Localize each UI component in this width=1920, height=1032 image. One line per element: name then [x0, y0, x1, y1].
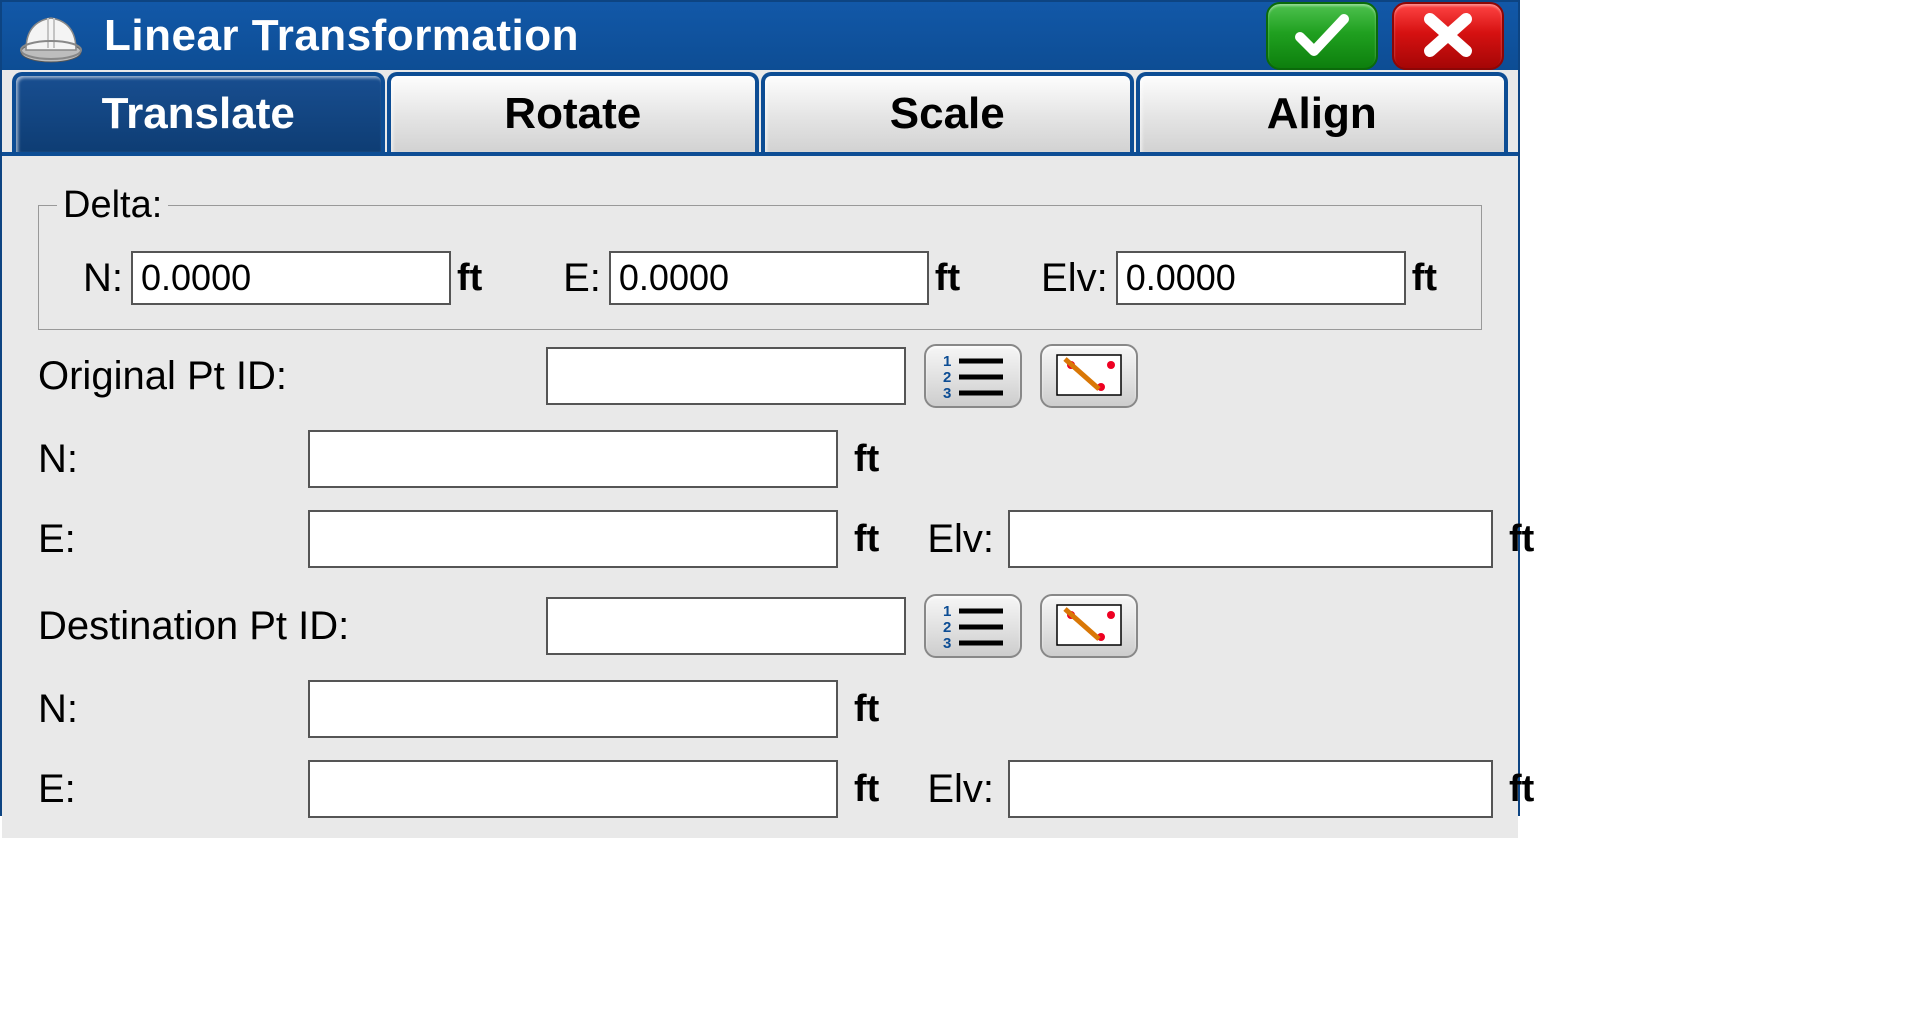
- delta-group: Delta: N: ft E: ft Elv: ft: [38, 184, 1482, 330]
- dest-elv-unit: ft: [1509, 768, 1543, 811]
- content-panel: Delta: N: ft E: ft Elv: ft: [2, 152, 1518, 838]
- orig-n-input[interactable]: [308, 430, 838, 488]
- orig-elv-label: Elv:: [898, 517, 998, 562]
- hardhat-icon: [16, 8, 86, 64]
- delta-legend: Delta:: [57, 184, 168, 227]
- orig-e-label: E:: [38, 517, 298, 562]
- check-icon: [1294, 11, 1350, 62]
- original-point-list-button[interactable]: 1 2 3: [924, 344, 1022, 408]
- dest-n-unit: ft: [854, 688, 888, 731]
- delta-e-input[interactable]: [609, 251, 929, 305]
- tab-rotate[interactable]: Rotate: [387, 72, 760, 152]
- list-icon: 1 2 3: [937, 351, 1009, 402]
- tab-align[interactable]: Align: [1136, 72, 1509, 152]
- dest-e-unit: ft: [854, 768, 888, 811]
- destination-pt-id-label: Destination Pt ID:: [38, 604, 528, 649]
- dest-elv-label: Elv:: [898, 767, 998, 812]
- destination-point-map-button[interactable]: [1040, 594, 1138, 658]
- delta-elv-label: Elv:: [1041, 256, 1108, 301]
- close-icon: [1420, 11, 1476, 62]
- original-pt-id-input[interactable]: [546, 347, 906, 405]
- original-pt-id-label: Original Pt ID:: [38, 354, 528, 399]
- dest-e-label: E:: [38, 767, 298, 812]
- delta-n-input[interactable]: [131, 251, 451, 305]
- cancel-button[interactable]: [1392, 2, 1504, 70]
- ok-button[interactable]: [1266, 2, 1378, 70]
- destination-point-list-button[interactable]: 1 2 3: [924, 594, 1022, 658]
- window: Linear Transformation Translate Rotate S…: [0, 0, 1520, 816]
- dest-elv-input[interactable]: [1008, 760, 1493, 818]
- svg-text:3: 3: [943, 385, 951, 399]
- orig-elv-input[interactable]: [1008, 510, 1493, 568]
- tab-scale[interactable]: Scale: [761, 72, 1134, 152]
- page-title: Linear Transformation: [104, 11, 1252, 61]
- delta-e-label: E:: [563, 256, 601, 301]
- tab-bar: Translate Rotate Scale Align: [2, 72, 1518, 152]
- original-point-map-button[interactable]: [1040, 344, 1138, 408]
- svg-text:3: 3: [943, 635, 951, 649]
- titlebar: Linear Transformation: [2, 2, 1518, 70]
- dest-e-input[interactable]: [308, 760, 838, 818]
- dest-n-label: N:: [38, 687, 298, 732]
- orig-n-label: N:: [38, 437, 128, 482]
- orig-elv-unit: ft: [1509, 518, 1543, 561]
- orig-e-input[interactable]: [308, 510, 838, 568]
- delta-elv-unit: ft: [1412, 257, 1437, 300]
- delta-n-label: N:: [83, 256, 123, 301]
- map-pick-icon: [1053, 601, 1125, 652]
- svg-text:1: 1: [943, 603, 951, 620]
- delta-e-unit: ft: [935, 257, 960, 300]
- svg-text:2: 2: [943, 619, 951, 636]
- svg-text:1: 1: [943, 353, 951, 370]
- delta-elv-input[interactable]: [1116, 251, 1406, 305]
- list-icon: 1 2 3: [937, 601, 1009, 652]
- destination-pt-id-input[interactable]: [546, 597, 906, 655]
- tab-translate[interactable]: Translate: [12, 72, 385, 152]
- svg-text:2: 2: [943, 369, 951, 386]
- delta-n-unit: ft: [457, 257, 482, 300]
- dest-n-input[interactable]: [308, 680, 838, 738]
- orig-n-unit: ft: [854, 438, 888, 481]
- orig-e-unit: ft: [854, 518, 888, 561]
- map-pick-icon: [1053, 351, 1125, 402]
